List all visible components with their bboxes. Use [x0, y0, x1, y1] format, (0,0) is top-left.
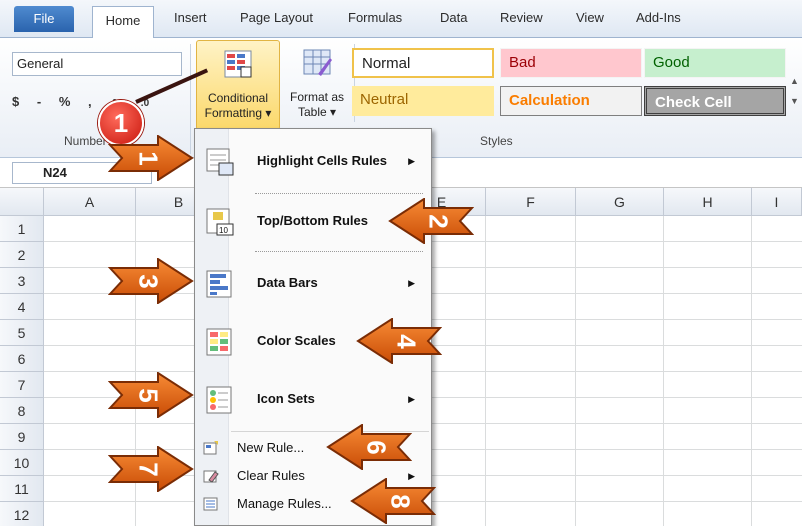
menu-label: Icon Sets: [257, 391, 315, 406]
styles-gallery-scroll[interactable]: ▲ ▼: [790, 52, 802, 132]
row-header[interactable]: 12: [0, 502, 44, 526]
format-as-table-label-2: Table ▾: [297, 105, 337, 119]
gallery-more-icon[interactable]: ▼: [790, 96, 802, 106]
callout-arrow-1: 1: [107, 134, 194, 182]
callout-arrow-4: 4: [356, 317, 443, 365]
column-header[interactable]: F: [486, 188, 576, 216]
highlight-cells-icon: [206, 148, 234, 176]
submenu-arrow-icon: ▶: [408, 156, 415, 166]
style-good[interactable]: Good: [644, 48, 786, 78]
conditional-formatting-button[interactable]: Conditional Formatting ▾: [196, 40, 280, 130]
tab-review[interactable]: Review: [500, 10, 543, 25]
callout-arrow-5: 5: [107, 371, 194, 419]
tab-data[interactable]: Data: [440, 10, 467, 25]
format-as-table-label-1: Format as: [289, 90, 344, 104]
gallery-up-icon[interactable]: ▲: [790, 76, 802, 86]
format-as-table-button[interactable]: Format as Table ▾: [282, 40, 352, 130]
row-header[interactable]: 9: [0, 424, 44, 450]
number-format-dropdown[interactable]: General: [12, 52, 182, 76]
row-header[interactable]: 10: [0, 450, 44, 476]
callout-arrow-3: 3: [107, 257, 194, 305]
number-group-label: Number: [64, 134, 107, 148]
row-header[interactable]: 3: [0, 268, 44, 294]
row-header[interactable]: 5: [0, 320, 44, 346]
row-header[interactable]: 4: [0, 294, 44, 320]
tab-view[interactable]: View: [576, 10, 604, 25]
conditional-formatting-icon: [224, 50, 252, 78]
menu-label: Data Bars: [257, 275, 318, 290]
callout-arrow-2: 2: [388, 197, 475, 245]
callout-arrow-8: 8: [350, 477, 437, 525]
row-header[interactable]: 6: [0, 346, 44, 372]
top-bottom-icon: 10: [206, 208, 234, 236]
menu-item-icon-sets[interactable]: Icon Sets ▶: [195, 371, 431, 429]
row-header[interactable]: 8: [0, 398, 44, 424]
submenu-arrow-icon: ▶: [408, 394, 415, 404]
menu-label: Top/Bottom Rules: [257, 213, 368, 228]
row-header[interactable]: 7: [0, 372, 44, 398]
style-neutral[interactable]: Neutral: [352, 86, 494, 116]
manage-rules-icon: [203, 497, 218, 511]
conditional-formatting-label-1: Conditional: [207, 91, 269, 105]
icon-sets-icon: [206, 386, 232, 414]
styles-group-label: Styles: [480, 134, 513, 148]
menu-label: Color Scales: [257, 333, 336, 348]
menu-dotted-divider: [255, 251, 423, 252]
column-header[interactable]: H: [664, 188, 752, 216]
conditional-formatting-label-2: Formatting ▾: [204, 106, 272, 120]
callout-arrow-7: 7: [107, 445, 194, 493]
percent-button[interactable]: %: [59, 94, 71, 109]
color-scales-icon: [206, 328, 232, 356]
menu-label: New Rule...: [237, 440, 305, 455]
row-header[interactable]: 11: [0, 476, 44, 502]
menu-label: Clear Rules: [237, 468, 305, 483]
row-header[interactable]: 1: [0, 216, 44, 242]
column-header[interactable]: G: [576, 188, 664, 216]
svg-text:10: 10: [219, 226, 228, 235]
tab-page-layout[interactable]: Page Layout: [240, 10, 313, 25]
menu-item-data-bars[interactable]: Data Bars ▶: [195, 255, 431, 313]
data-bars-icon: [206, 270, 232, 298]
currency-button[interactable]: $: [12, 94, 19, 109]
select-all-corner[interactable]: [0, 188, 44, 216]
tab-formulas[interactable]: Formulas: [348, 10, 402, 25]
submenu-arrow-icon: ▶: [408, 278, 415, 288]
tab-home[interactable]: Home: [92, 6, 154, 39]
callout-arrow-6: 6: [326, 423, 413, 471]
menu-item-highlight-cells-rules[interactable]: Highlight Cells Rules ▶: [195, 133, 431, 191]
comma-button[interactable]: ,: [88, 94, 92, 109]
tab-insert[interactable]: Insert: [174, 10, 207, 25]
style-normal[interactable]: Normal: [352, 48, 494, 78]
column-header[interactable]: I: [752, 188, 802, 216]
tab-file[interactable]: File: [14, 6, 74, 32]
menu-label: Highlight Cells Rules: [257, 153, 388, 168]
row-header[interactable]: 2: [0, 242, 44, 268]
clear-rules-icon: [203, 470, 219, 483]
style-bad[interactable]: Bad: [500, 48, 642, 78]
menu-label: Manage Rules...: [237, 496, 332, 511]
format-as-table-icon: [303, 49, 332, 76]
new-rule-icon: [203, 441, 218, 455]
ribbon-tab-bar: File Home Insert Page Layout Formulas Da…: [0, 0, 802, 39]
style-check-cell[interactable]: Check Cell: [644, 86, 786, 116]
column-header[interactable]: A: [44, 188, 136, 216]
currency-dropdown-button[interactable]: -: [37, 94, 41, 109]
tab-add-ins[interactable]: Add-Ins: [636, 10, 681, 25]
style-calculation[interactable]: Calculation: [500, 86, 642, 116]
